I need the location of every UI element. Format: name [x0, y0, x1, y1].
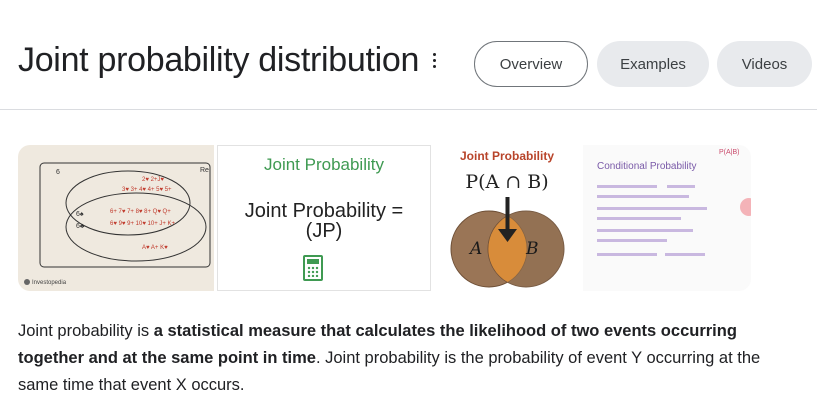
answer-lead: Joint probability is [18, 322, 154, 340]
brand-label: Investopedia [32, 280, 67, 286]
venn-cards-diagram [39, 162, 211, 268]
featured-answer: Joint probability is a statistical measu… [18, 318, 778, 399]
logo-icon [24, 279, 30, 285]
image-thumb-conditional[interactable]: Conditional Probability P(A|B) [583, 145, 751, 291]
card-row: 2♥ 2+J♥ [142, 177, 164, 183]
knowledge-panel-header: Joint probability distribution Overview … [0, 0, 817, 110]
intersection-formula: P(A ∩ B) [465, 171, 549, 193]
venn-left-label: 6 [56, 169, 60, 176]
set-a-label: A [470, 239, 483, 259]
tab-overview[interactable]: Overview [474, 41, 588, 87]
conditional-title: Conditional Probability [597, 161, 697, 172]
card-row: 3♥ 3+ 4♥ 4+ 5♥ 5+ [122, 187, 172, 193]
intersection-title: Joint Probability [459, 149, 554, 163]
tab-examples[interactable]: Examples [597, 41, 709, 87]
tab-videos[interactable]: Videos [717, 41, 812, 87]
set-b-label: B [526, 239, 539, 259]
intersection-diagram [450, 197, 565, 288]
venn-left-label: 6♣ [76, 223, 85, 230]
image-thumb-intersection[interactable]: Joint Probability P(A ∩ B) A B [434, 145, 580, 291]
venn-left-label: 6♠ [76, 211, 84, 218]
card-row: 6+ 7♥ 7+ 8♥ 8+ Q♥ Q+ [110, 209, 171, 215]
more-vert-icon[interactable] [428, 53, 440, 71]
image-thumb-venn-cards[interactable]: 6 Re 2♥ 2+J♥ 3♥ 3+ 4♥ 4+ 5♥ 5+ 6+ 7♥ 7+ … [18, 145, 214, 291]
definition-body: Joint Probability = (JP) [218, 201, 430, 241]
image-carousel: 6 Re 2♥ 2+J♥ 3♥ 3+ 4♥ 4+ 5♥ 5+ 6+ 7♥ 7+ … [18, 145, 751, 291]
definition-line: Joint Probability = [244, 200, 404, 222]
page-title: Joint probability distribution [18, 41, 420, 79]
calculator-icon [303, 255, 323, 281]
definition-title: Joint Probability [263, 155, 384, 174]
image-thumb-definition[interactable]: Joint Probability Joint Probability = (J… [217, 145, 431, 291]
venn-corner-label: Re [200, 167, 209, 174]
investopedia-logo: Investopedia [24, 279, 66, 286]
conditional-corner: P(A|B) [719, 149, 740, 156]
definition-line: (JP) [305, 220, 343, 242]
card-row: 6♥ 9♥ 9+ 10♥ 10+ J+ K+ [110, 221, 176, 227]
card-row: A♥ A+ K♥ [142, 245, 168, 251]
